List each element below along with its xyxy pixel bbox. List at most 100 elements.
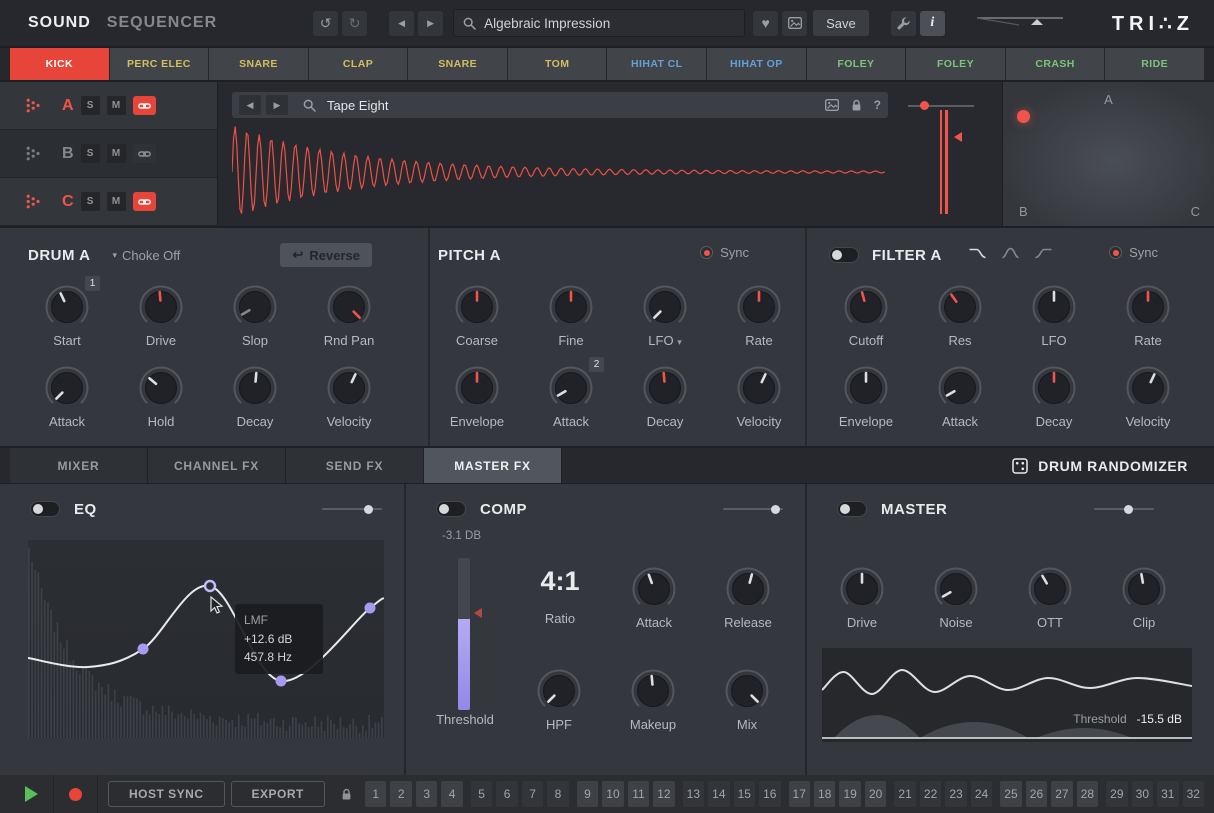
pad-clap[interactable]: CLAP xyxy=(309,48,408,80)
save-button[interactable]: Save xyxy=(813,10,869,36)
knob-dial[interactable] xyxy=(630,565,678,613)
step-3[interactable]: 3 xyxy=(416,781,437,807)
layer-link-button[interactable] xyxy=(133,144,156,163)
play-button[interactable] xyxy=(10,775,54,813)
knob-velocity[interactable]: Velocity xyxy=(302,364,396,429)
knob-decay[interactable]: Decay xyxy=(1007,364,1101,429)
step-9[interactable]: 9 xyxy=(577,781,598,807)
knob-dial[interactable] xyxy=(137,283,185,331)
knob-coarse[interactable]: Coarse xyxy=(430,283,524,348)
knob-dial[interactable] xyxy=(724,565,772,613)
knob-dial[interactable] xyxy=(842,364,890,412)
pad-kick[interactable]: KICK xyxy=(10,48,109,80)
fx-tab-channel-fx[interactable]: CHANNEL FX xyxy=(148,448,286,483)
master-threshold-display[interactable]: Threshold-15.5 dB xyxy=(822,648,1192,742)
fx-tab-master-fx[interactable]: MASTER FX xyxy=(424,448,562,483)
step-19[interactable]: 19 xyxy=(839,781,860,807)
browse-sample-icon[interactable] xyxy=(303,99,316,112)
knob-rate[interactable]: Rate xyxy=(712,283,806,348)
step-21[interactable]: 21 xyxy=(894,781,915,807)
eq-display[interactable]: LMF +12.6 dB 457.8 Hz xyxy=(28,540,384,738)
knob-lfo[interactable]: LFO xyxy=(1007,283,1101,348)
tab-sequencer[interactable]: SEQUENCER xyxy=(107,14,217,32)
knob-dial[interactable] xyxy=(735,364,783,412)
eq-amount-slider[interactable] xyxy=(322,505,382,514)
knob-envelope[interactable]: Envelope xyxy=(819,364,913,429)
knob-dial[interactable] xyxy=(547,364,595,412)
step-1[interactable]: 1 xyxy=(365,781,386,807)
tab-sound[interactable]: SOUND xyxy=(28,14,91,32)
step-11[interactable]: 11 xyxy=(628,781,649,807)
step-29[interactable]: 29 xyxy=(1106,781,1127,807)
knob-attack[interactable]: Attack xyxy=(607,565,701,630)
knob-decay[interactable]: Decay xyxy=(618,364,712,429)
step-23[interactable]: 23 xyxy=(945,781,966,807)
prev-sample-icon[interactable]: ◀ xyxy=(239,95,261,115)
knob-attack[interactable]: 2 Attack xyxy=(524,364,618,429)
fx-tab-send-fx[interactable]: SEND FX xyxy=(286,448,424,483)
knob-dial[interactable] xyxy=(1026,565,1074,613)
pad-snare[interactable]: SNARE xyxy=(408,48,507,80)
pad-perc-elec[interactable]: PERC ELEC xyxy=(110,48,209,80)
step-12[interactable]: 12 xyxy=(653,781,674,807)
knob-dial[interactable] xyxy=(629,667,677,715)
pad-foley[interactable]: FOLEY xyxy=(906,48,1005,80)
knob-dial[interactable] xyxy=(842,283,890,331)
layer-row-b[interactable]: BSM xyxy=(0,130,217,178)
highpass-icon[interactable] xyxy=(1034,246,1053,265)
step-17[interactable]: 17 xyxy=(789,781,810,807)
knob-dial[interactable] xyxy=(723,667,771,715)
knob-rnd-pan[interactable]: Rnd Pan xyxy=(302,283,396,348)
preset-search-input[interactable]: Algebraic Impression xyxy=(453,9,745,37)
step-18[interactable]: 18 xyxy=(814,781,835,807)
next-preset-icon[interactable]: ▶ xyxy=(418,11,443,36)
sample-lock-icon[interactable] xyxy=(851,99,862,112)
knob-cutoff[interactable]: Cutoff xyxy=(819,283,913,348)
solo-button[interactable]: S xyxy=(81,192,100,211)
threshold-slider[interactable] xyxy=(458,558,470,710)
step-30[interactable]: 30 xyxy=(1132,781,1153,807)
solo-button[interactable]: S xyxy=(81,96,100,115)
bandpass-icon[interactable] xyxy=(1001,246,1020,265)
pad-snare[interactable]: SNARE xyxy=(209,48,308,80)
knob-fine[interactable]: Fine xyxy=(524,283,618,348)
step-8[interactable]: 8 xyxy=(547,781,568,807)
knob-dial[interactable] xyxy=(932,565,980,613)
knob-dial[interactable] xyxy=(43,364,91,412)
knob-drive[interactable]: Drive xyxy=(815,565,909,630)
knob-lfo[interactable]: LFO ▾ xyxy=(618,283,712,348)
help-icon[interactable]: ? xyxy=(874,98,881,112)
next-sample-icon[interactable]: ▶ xyxy=(266,95,288,115)
knob-res[interactable]: Res xyxy=(913,283,1007,348)
reverse-button[interactable]: ↩Reverse xyxy=(280,243,372,267)
knob-rate[interactable]: Rate xyxy=(1101,283,1195,348)
knob-dial[interactable] xyxy=(453,364,501,412)
knob-release[interactable]: Release xyxy=(701,565,795,630)
step-22[interactable]: 22 xyxy=(920,781,941,807)
comp-amount-slider[interactable] xyxy=(723,505,783,514)
mute-button[interactable]: M xyxy=(107,144,126,163)
sample-name[interactable]: Tape Eight xyxy=(327,98,388,113)
knob-velocity[interactable]: Velocity xyxy=(712,364,806,429)
pitch-sync-toggle[interactable]: Sync xyxy=(700,245,749,260)
knob-decay[interactable]: Decay xyxy=(208,364,302,429)
knob-makeup[interactable]: Makeup xyxy=(606,667,700,732)
mute-button[interactable]: M xyxy=(107,192,126,211)
knob-dial[interactable] xyxy=(231,364,279,412)
layer-row-c[interactable]: CSM xyxy=(0,178,217,226)
knob-dial[interactable] xyxy=(535,667,583,715)
knob-dial[interactable] xyxy=(838,565,886,613)
undo-icon[interactable]: ↺ xyxy=(313,11,338,36)
knob-velocity[interactable]: Velocity xyxy=(1101,364,1195,429)
layer-link-button[interactable] xyxy=(133,192,156,211)
knob-noise[interactable]: Noise xyxy=(909,565,1003,630)
knob-dial[interactable] xyxy=(137,364,185,412)
pad-foley[interactable]: FOLEY xyxy=(807,48,906,80)
knob-clip[interactable]: Clip xyxy=(1097,565,1191,630)
knob-dial[interactable] xyxy=(1124,283,1172,331)
pad-crash[interactable]: CRASH xyxy=(1006,48,1105,80)
meter-marker-icon[interactable] xyxy=(954,132,962,142)
solo-button[interactable]: S xyxy=(81,144,100,163)
eq-toggle[interactable] xyxy=(30,501,60,517)
step-31[interactable]: 31 xyxy=(1157,781,1178,807)
